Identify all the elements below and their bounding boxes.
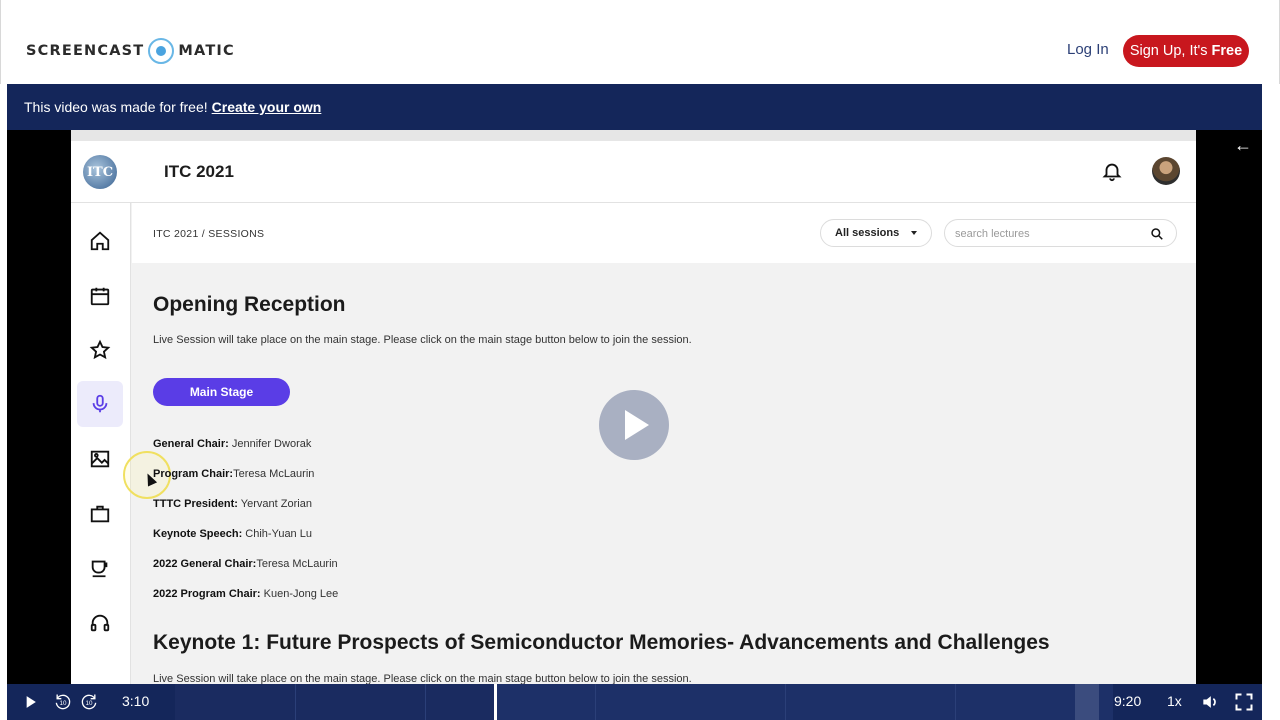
user-avatar[interactable]	[1152, 157, 1180, 185]
briefcase-icon	[90, 505, 110, 523]
site-header: SCREENCAST MATIC Log In Sign Up, It's Fre…	[0, 0, 1280, 84]
role-label: TTTC President:	[153, 498, 238, 510]
app-sidebar	[71, 203, 171, 684]
role-name: Yervant Zorian	[237, 498, 312, 510]
role-line: General Chair: Jennifer Dworak	[153, 438, 311, 450]
sign-up-free-label: Free	[1211, 43, 1243, 59]
sessions-filter-value: All sessions	[835, 227, 900, 239]
search-input[interactable]	[955, 225, 1145, 243]
play-overlay-button[interactable]	[599, 390, 669, 460]
sidebar-item-home[interactable]	[77, 218, 123, 264]
logo-text-left: SCREENCAST	[26, 43, 145, 59]
seek-handle[interactable]	[494, 684, 497, 720]
headset-icon	[90, 614, 110, 632]
video-frame[interactable]: ITC ITC 2021 ITC 2021 / SESSIONS All ses…	[7, 130, 1262, 684]
session-description: Live Session will take place on the main…	[153, 334, 692, 346]
role-line: TTTC President: Yervant Zorian	[153, 498, 312, 510]
logo-record-icon	[148, 38, 175, 64]
banner-text: This video was made for free!	[24, 99, 208, 115]
role-name: Kuen-Jong Lee	[260, 588, 339, 600]
forward-10-button[interactable]: 10	[77, 684, 101, 720]
current-time: 3:10	[122, 693, 150, 709]
sidebar-item-support[interactable]	[77, 600, 123, 646]
microphone-icon	[92, 394, 108, 413]
star-icon	[89, 339, 111, 360]
seek-played	[175, 684, 494, 720]
rewind-icon: 10	[55, 694, 71, 710]
sidebar-item-calendar[interactable]	[77, 273, 123, 319]
role-name: Teresa McLaurin	[233, 468, 315, 480]
browser-toolbar-strip	[71, 130, 1196, 141]
fullscreen-icon	[1235, 693, 1253, 711]
sidebar-item-sessions[interactable]	[77, 381, 123, 427]
search-icon[interactable]	[1150, 227, 1164, 241]
role-name: Jennifer Dworak	[228, 438, 312, 450]
app-top-bar: ITC ITC 2021	[71, 141, 1196, 203]
seek-segment	[425, 684, 426, 720]
sessions-content: ITC 2021 / SESSIONS All sessions Opening…	[132, 203, 1196, 684]
logo-text-right: MATIC	[178, 43, 235, 59]
create-your-own-link[interactable]: Create your own	[212, 99, 322, 115]
role-line: Keynote Speech: Chih-Yuan Lu	[153, 528, 312, 540]
duration: 9:20	[1114, 693, 1142, 709]
seek-segment	[595, 684, 596, 720]
arrow-left-icon[interactable]: ←	[1230, 134, 1256, 156]
bell-icon[interactable]	[1101, 160, 1123, 182]
player-controls: 10 10 3:10 9:20 1x	[7, 684, 1262, 720]
role-line: Program Chair:Teresa McLaurin	[153, 468, 314, 480]
play-icon	[26, 696, 36, 708]
role-label: Keynote Speech:	[153, 528, 243, 540]
calendar-icon	[90, 287, 110, 306]
playback-speed-button[interactable]: 1x	[1167, 693, 1182, 709]
seek-segment	[295, 684, 296, 720]
sign-up-label: Sign Up, It's	[1129, 43, 1208, 59]
sessions-filter-select[interactable]: All sessions	[820, 219, 932, 247]
session-title: Opening Reception	[153, 293, 346, 316]
itc-logo: ITC	[83, 155, 117, 189]
role-line: 2022 General Chair:Teresa McLaurin	[153, 558, 338, 570]
session-description: Live Session will take place on the main…	[153, 673, 692, 684]
sidebar-item-lounge[interactable]	[77, 545, 123, 591]
app-title: ITC 2021	[164, 162, 234, 181]
coffee-cup-icon	[91, 560, 108, 578]
role-label: 2022 General Chair:	[153, 558, 257, 570]
session-title: Keynote 1: Future Prospects of Semicondu…	[153, 631, 1050, 654]
log-in-link[interactable]: Log In	[1067, 41, 1109, 58]
volume-button[interactable]	[1199, 684, 1221, 720]
play-button[interactable]	[13, 684, 47, 720]
screencast-page: SCREENCAST MATIC Log In Sign Up, It's Fre…	[0, 0, 1280, 720]
content-toolbar: ITC 2021 / SESSIONS All sessions	[132, 203, 1196, 263]
seek-segment	[955, 684, 956, 720]
sidebar-item-exhibitors[interactable]	[77, 491, 123, 537]
image-icon	[90, 450, 110, 468]
free-video-banner: This video was made for free! Create you…	[7, 84, 1262, 130]
role-label: General Chair:	[153, 438, 229, 450]
speaker-icon	[1203, 696, 1216, 708]
breadcrumb: ITC 2021 / SESSIONS	[153, 228, 265, 240]
sidebar-item-gallery[interactable]	[77, 436, 123, 482]
seek-segment	[785, 684, 786, 720]
sidebar-item-favorites[interactable]	[77, 327, 123, 373]
role-line: 2022 Program Chair: Kuen-Jong Lee	[153, 588, 338, 600]
role-name: Teresa McLaurin	[256, 558, 338, 570]
role-label: 2022 Program Chair:	[153, 588, 261, 600]
rewind-10-button[interactable]: 10	[51, 684, 75, 720]
main-stage-button[interactable]: Main Stage	[153, 378, 290, 406]
caret-down-icon	[911, 231, 917, 235]
seek-bar[interactable]	[175, 684, 1113, 720]
fast-forward-icon: 10	[81, 694, 97, 710]
rewind-seconds: 10	[60, 700, 67, 707]
seek-buffered	[1075, 684, 1099, 720]
role-name: Chih-Yuan Lu	[242, 528, 312, 540]
sign-up-button[interactable]: Sign Up, It's Free	[1123, 35, 1249, 67]
search-box[interactable]	[944, 219, 1177, 247]
role-label: Program Chair:	[153, 468, 234, 480]
fullscreen-button[interactable]	[1233, 684, 1255, 720]
screencast-matic-logo[interactable]: SCREENCAST MATIC	[26, 38, 235, 64]
forward-seconds: 10	[86, 700, 93, 707]
home-icon	[90, 231, 110, 251]
